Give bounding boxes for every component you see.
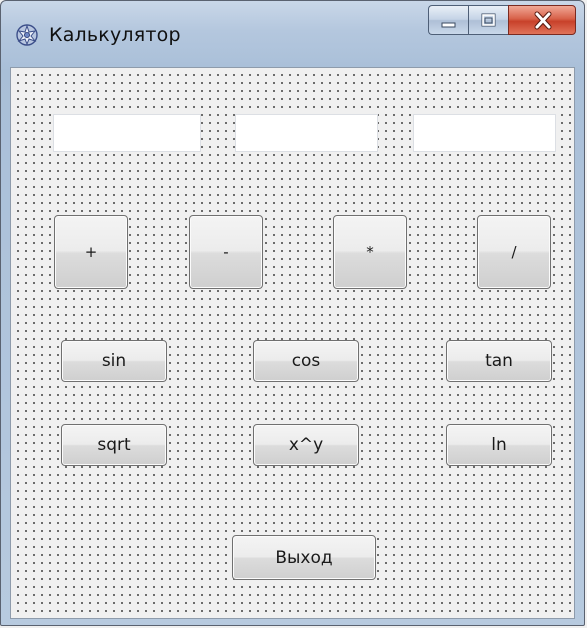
maximize-button[interactable] xyxy=(468,5,508,35)
calculator-app-icon xyxy=(16,24,38,46)
multiply-button[interactable]: * xyxy=(333,215,407,289)
divide-button[interactable]: / xyxy=(477,215,551,289)
window-title: Калькулятор xyxy=(49,24,181,46)
title-bar[interactable]: Калькулятор xyxy=(1,1,584,67)
exit-button[interactable]: Выход xyxy=(232,535,376,580)
second-operand-field[interactable] xyxy=(235,114,378,152)
form-client-area: + - * / sin cos tan sqrt x^y ln Выход xyxy=(10,67,575,619)
ln-button[interactable]: ln xyxy=(446,424,552,466)
minimize-button[interactable] xyxy=(428,5,468,35)
subtract-button[interactable]: - xyxy=(189,215,263,289)
first-operand-field[interactable] xyxy=(53,114,201,152)
tan-button[interactable]: tan xyxy=(446,340,552,382)
minimize-icon xyxy=(441,22,456,28)
power-button[interactable]: x^y xyxy=(253,424,359,466)
cos-button[interactable]: cos xyxy=(253,340,359,382)
result-field[interactable] xyxy=(413,114,556,152)
close-button[interactable] xyxy=(508,5,576,35)
maximize-icon xyxy=(481,13,496,27)
close-icon xyxy=(534,11,552,30)
caption-buttons xyxy=(428,5,576,35)
add-button[interactable]: + xyxy=(54,215,128,289)
sin-button[interactable]: sin xyxy=(61,340,167,382)
sqrt-button[interactable]: sqrt xyxy=(61,424,167,466)
calculator-window: Калькулятор + - * / sin cos tan sqrt x^y… xyxy=(0,0,585,626)
